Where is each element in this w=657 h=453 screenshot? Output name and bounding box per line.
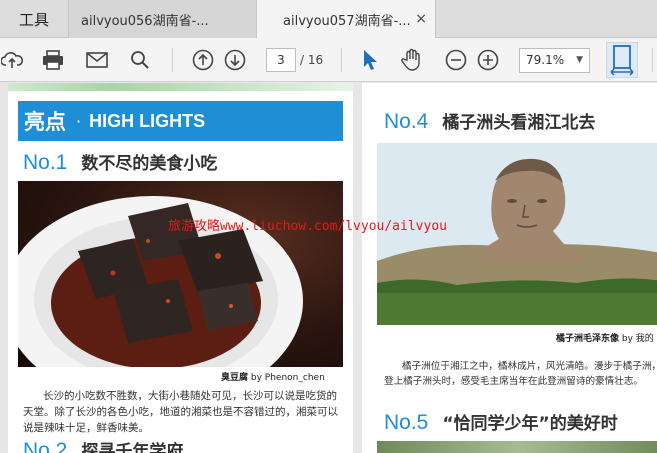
banner-title-cn: 亮点 [24,110,66,134]
fit-width-button[interactable] [606,42,638,78]
caption-credit: by Phenon_chen [250,373,325,383]
pdf-reader-window: 工具 ailvyou056湖南省-... ailvyou057湖南省-... × [0,0,657,453]
close-icon[interactable]: × [415,11,427,27]
section-4-body: 橘子洲位于湘江之中，橘林成片，风光清皓。漫步于橘子洲，登上橘子洲头时，感受毛主席… [384,361,657,387]
toolbar-divider [341,48,342,72]
zoom-value: 79.1% [526,53,565,67]
toolbar-divider [172,48,173,72]
page-number-input[interactable]: 3 [266,48,296,72]
section-number: No.2 [23,439,68,453]
pdf-page-right: No.4 橘子洲头看湘江北去 橘子洲毛泽东像 by 我的 橘子洲位于湘江之中，橘… [362,83,657,453]
tab-label: ailvyou056湖南省-... [81,13,209,29]
document-view[interactable]: 亮点 · HIGH LIGHTS No.1 数不尽的美食小吃 臭豆腐 by Ph… [0,83,657,453]
zoom-out-icon[interactable] [444,38,468,82]
print-icon[interactable] [40,38,66,82]
section-number: No.5 [384,411,429,434]
section-heading-5: No.5 “恰同学少年”的美好时 [384,409,618,435]
select-cursor-icon[interactable] [358,38,382,82]
section-title: 探寻千年学府 [81,442,184,453]
next-page-icon[interactable] [223,38,247,82]
page-top-decoration [8,83,353,91]
section-heading-2: No.2 探寻千年学府 [23,437,183,453]
email-icon[interactable] [84,38,110,82]
previous-page-icon[interactable] [191,38,215,82]
orange-isle-statue-photo [377,143,657,325]
caption-title: 臭豆腐 [221,373,249,383]
toolbar-divider [652,48,653,72]
stinky-tofu-photo [18,181,343,367]
section-number: No.1 [23,151,68,174]
section-heading-1: No.1 数不尽的美食小吃 [23,149,217,175]
section-5-photo [377,441,657,453]
watermark-text: 旅游攻略www.liuchow.com/lvyou/ailvyou [168,219,447,234]
toolbar: 3 / 16 79.1% ▼ [0,38,657,82]
upload-cloud-icon[interactable] [0,38,24,82]
section-title: “恰同学少年”的美好时 [442,414,618,434]
zoom-in-icon[interactable] [476,38,500,82]
tab-label: ailvyou057湖南省-... [283,14,411,29]
section-1-body: 长沙的小吃数不胜数，大街小巷随处可见，长沙可以说是吃货的天堂。除了长沙的各色小吃… [23,390,338,434]
tab-document-057[interactable]: ailvyou057湖南省-... × [256,0,436,39]
banner-title-en: HIGH LIGHTS [89,110,206,131]
photo-caption: 橘子洲毛泽东像 by 我的 [556,331,654,344]
highlights-banner: 亮点 · HIGH LIGHTS [18,101,343,141]
page-total: / 16 [300,53,324,67]
photo-caption: 臭豆腐 by Phenon_chen [221,370,325,383]
search-icon[interactable] [127,38,153,82]
caption-title: 橘子洲毛泽东像 [556,334,620,344]
section-number: No.4 [384,110,429,133]
tools-tab[interactable]: 工具 [0,0,68,38]
fit-width-icon [610,45,634,76]
tab-bar: 工具 ailvyou056湖南省-... ailvyou057湖南省-... × [0,0,657,39]
banner-dot: · [76,111,82,131]
caption-credit: by 我的 [621,334,654,344]
section-title: 橘子洲头看湘江北去 [442,113,596,133]
section-title: 数不尽的美食小吃 [81,154,218,174]
pdf-page-left: 亮点 · HIGH LIGHTS No.1 数不尽的美食小吃 臭豆腐 by Ph… [8,83,353,453]
tab-document-056[interactable]: ailvyou056湖南省-... [68,0,256,38]
hand-tool-icon[interactable] [399,38,425,82]
chevron-down-icon: ▼ [576,55,583,65]
zoom-level-select[interactable]: 79.1% ▼ [519,48,590,73]
section-heading-4: No.4 橘子洲头看湘江北去 [384,108,595,134]
